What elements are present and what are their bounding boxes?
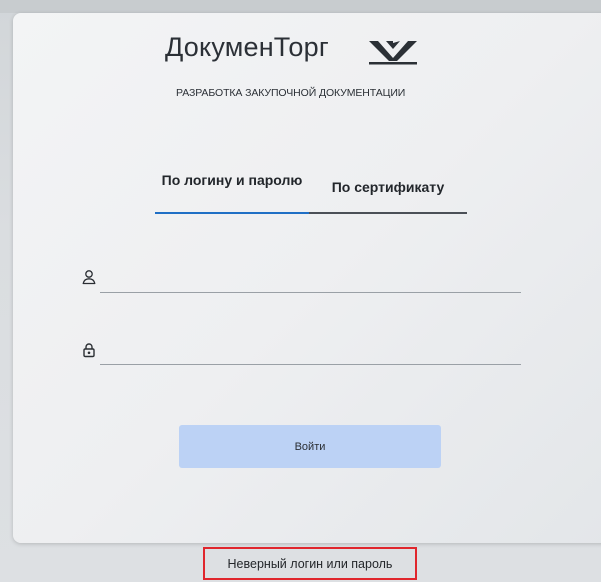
tab-certificate[interactable]: По сертификату bbox=[309, 172, 467, 214]
auth-tabs: По логину и паролю По сертификату bbox=[155, 172, 467, 214]
password-field[interactable] bbox=[100, 334, 525, 366]
error-message: Неверный логин или пароль bbox=[203, 547, 417, 580]
logo: ДокуменТорг РАЗРАБОТКА ЗАКУПОЧНОЙ ДОКУМЕ… bbox=[163, 30, 463, 100]
tab-login-password-label: По логину и паролю bbox=[161, 172, 303, 188]
login-input[interactable] bbox=[100, 262, 525, 294]
user-icon bbox=[82, 270, 96, 285]
lock-icon bbox=[83, 343, 95, 358]
logo-title: ДокуменТорг bbox=[165, 32, 329, 62]
book-logo-icon bbox=[369, 41, 417, 65]
tab-certificate-label: По сертификату bbox=[331, 179, 445, 195]
login-button[interactable]: Войти bbox=[179, 425, 441, 468]
password-input[interactable] bbox=[100, 334, 525, 366]
browser-top-strip bbox=[0, 0, 601, 13]
logo-subtitle: РАЗРАБОТКА ЗАКУПОЧНОЙ ДОКУМЕНТАЦИИ bbox=[176, 87, 406, 99]
login-field[interactable] bbox=[100, 262, 525, 294]
tab-login-password[interactable]: По логину и паролю bbox=[155, 172, 309, 214]
